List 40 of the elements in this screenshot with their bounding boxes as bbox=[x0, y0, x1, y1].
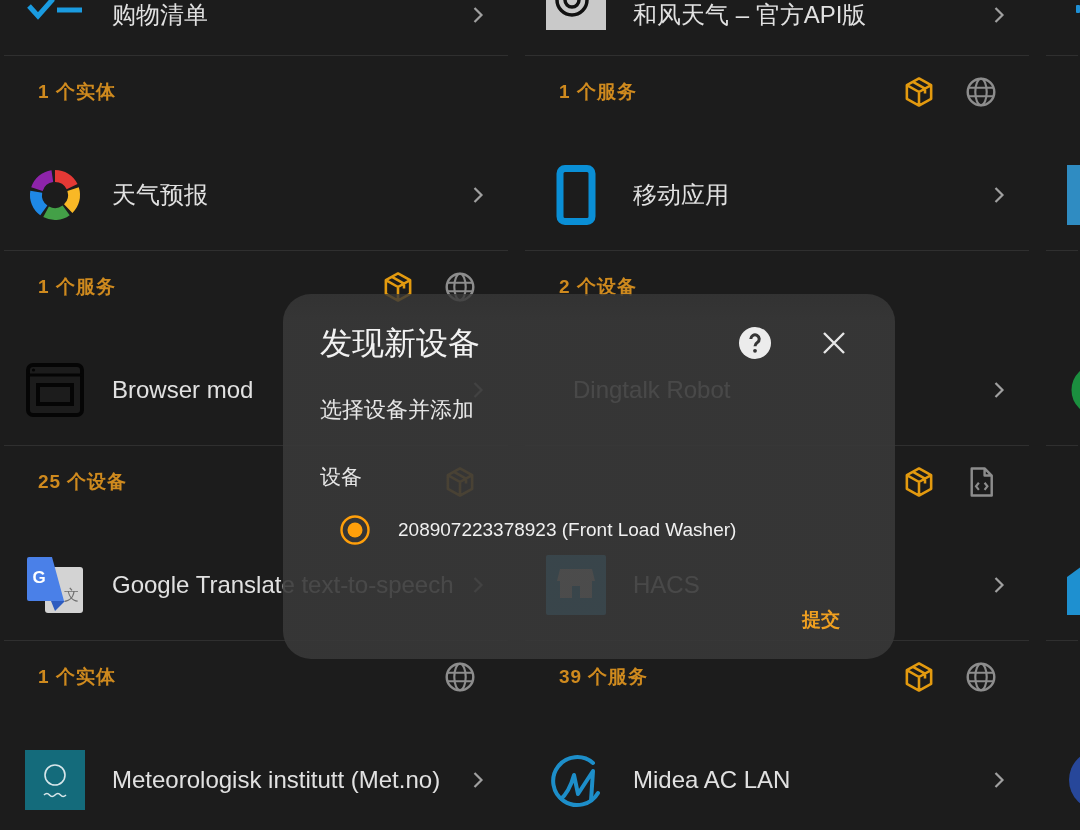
chevron-icon bbox=[472, 771, 484, 789]
chevron-icon bbox=[993, 771, 1005, 789]
radio-button[interactable] bbox=[340, 515, 370, 545]
submit-button[interactable]: 提交 bbox=[794, 601, 848, 639]
count-label: 2 个设备 bbox=[559, 275, 637, 299]
count-label: 39 个服务 bbox=[559, 665, 649, 689]
globe-icon bbox=[445, 662, 475, 692]
integration-name[interactable]: 和风天气 – 官方API版 bbox=[633, 0, 867, 30]
chevron-icon bbox=[472, 186, 484, 204]
cube-icon bbox=[904, 77, 934, 107]
globe-icon bbox=[966, 662, 996, 692]
globe-icon bbox=[966, 77, 996, 107]
chevron-icon bbox=[993, 6, 1005, 24]
cube-icon bbox=[904, 662, 934, 692]
sun-waves-icon bbox=[25, 750, 85, 810]
browser-window-icon bbox=[25, 360, 85, 420]
count-label: 1 个实体 bbox=[38, 665, 116, 689]
integration-name[interactable]: 天气预报 bbox=[112, 180, 208, 210]
cube-icon bbox=[904, 467, 934, 497]
chevron-icon bbox=[993, 186, 1005, 204]
chevron-icon bbox=[472, 6, 484, 24]
count-label: 25 个设备 bbox=[38, 470, 128, 494]
tile-icon bbox=[1067, 165, 1080, 225]
dialog-title: 发现新设备 bbox=[320, 324, 480, 362]
integration-name[interactable]: 移动应用 bbox=[633, 180, 729, 210]
integration-name[interactable]: Browser mod bbox=[112, 375, 254, 405]
chevron-icon bbox=[993, 576, 1005, 594]
integration-name[interactable]: 购物清单 bbox=[112, 0, 208, 30]
logo-edge-icon bbox=[1076, 5, 1080, 13]
chevron-icon bbox=[993, 381, 1005, 399]
option-label[interactable]: 208907223378923 (Front Load Washer) bbox=[398, 519, 737, 541]
integration-name[interactable]: Meteorologisk institutt (Met.no) bbox=[112, 765, 441, 795]
dialog-description: 选择设备并添加 bbox=[320, 396, 474, 424]
close-icon[interactable] bbox=[822, 331, 846, 355]
count-label: 1 个服务 bbox=[38, 275, 116, 299]
integration-name[interactable]: Midea AC LAN bbox=[633, 765, 791, 795]
count-label: 1 个服务 bbox=[559, 80, 637, 104]
help-icon[interactable] bbox=[739, 327, 771, 359]
count-label: 1 个实体 bbox=[38, 80, 116, 104]
field-label: 设备 bbox=[320, 464, 362, 490]
